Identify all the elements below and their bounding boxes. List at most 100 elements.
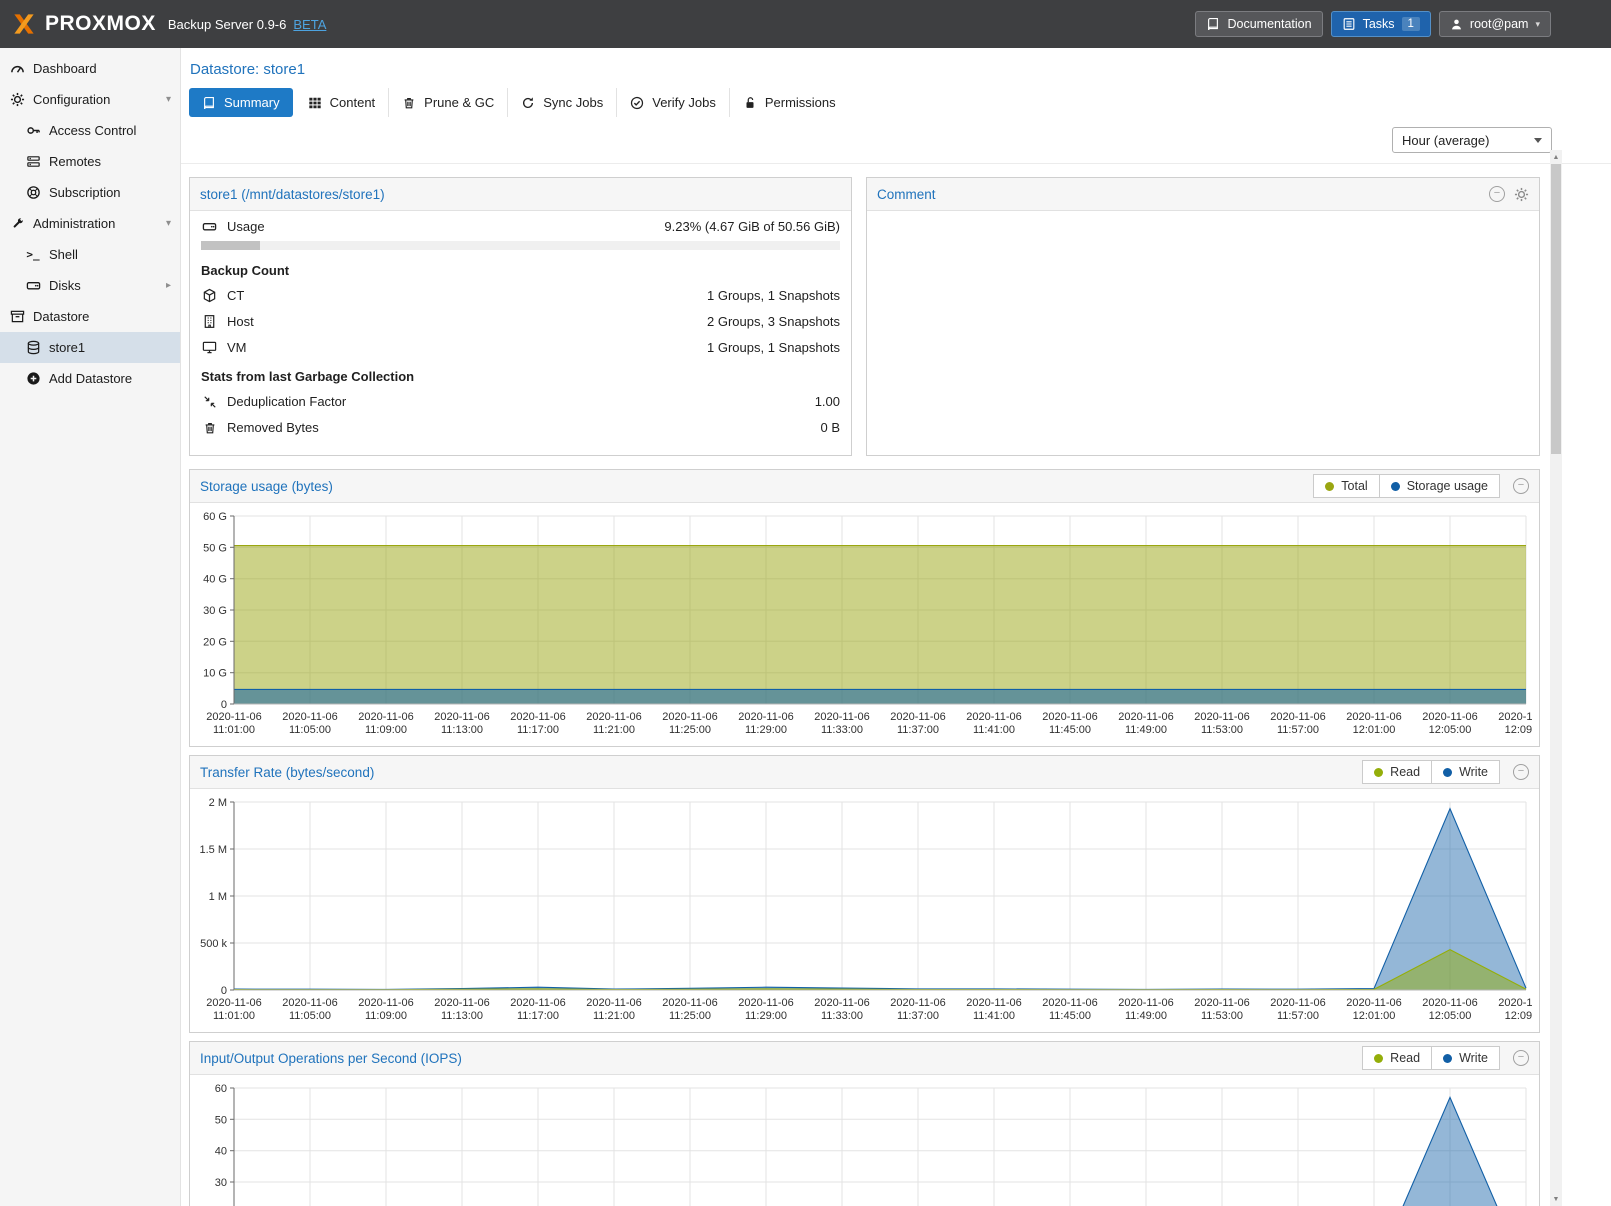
svg-text:0: 0: [221, 699, 227, 711]
svg-text:2020-11-06: 2020-11-06: [1346, 997, 1401, 1009]
svg-text:2020-11-06: 2020-11-06: [586, 711, 641, 723]
tab-bar: Summary Content Prune & GC Sync Jobs Ver…: [189, 88, 1611, 117]
svg-text:2020-11-06: 2020-11-06: [738, 711, 793, 723]
tab-permissions[interactable]: Permissions: [729, 88, 849, 117]
sidebar-item-label: Configuration: [33, 92, 110, 107]
tab-sync-jobs[interactable]: Sync Jobs: [507, 88, 616, 117]
svg-text:11:09:00: 11:09:00: [365, 1010, 407, 1022]
collapse-icon[interactable]: −: [1513, 478, 1529, 494]
svg-text:2020-11-06: 2020-11-06: [890, 711, 945, 723]
svg-text:2020-11-06: 2020-11-06: [814, 997, 869, 1009]
collapse-icon[interactable]: −: [1513, 764, 1529, 780]
svg-text:30 G: 30 G: [203, 605, 227, 617]
svg-text:2020-11-06: 2020-11-06: [1118, 997, 1173, 1009]
user-menu-button[interactable]: root@pam ▾: [1439, 11, 1551, 37]
sidebar-item-add-datastore[interactable]: Add Datastore: [0, 363, 180, 394]
sidebar-item-label: Access Control: [49, 123, 136, 138]
sidebar-item-dashboard[interactable]: Dashboard: [0, 53, 180, 84]
logo-text: PROXMOX: [45, 12, 156, 36]
scroll-up-arrow[interactable]: ▲: [1550, 150, 1562, 164]
panel-title: Transfer Rate (bytes/second): [200, 765, 374, 780]
usage-label: Usage: [227, 219, 265, 234]
row-label: Removed Bytes: [227, 420, 319, 435]
svg-text:2020-11-06: 2020-11-06: [1118, 711, 1173, 723]
gear-icon[interactable]: [1514, 187, 1529, 202]
vertical-scrollbar[interactable]: ▲ ▼: [1550, 150, 1562, 1206]
sidebar-item-remotes[interactable]: Remotes: [0, 146, 180, 177]
usage-row: Usage 9.23% (4.67 GiB of 50.56 GiB): [190, 211, 851, 237]
tab-summary[interactable]: Summary: [189, 88, 293, 117]
server-icon: [25, 154, 41, 169]
svg-text:11:41:00: 11:41:00: [973, 1010, 1015, 1022]
svg-text:2020-11-06: 2020-11-06: [586, 997, 641, 1009]
svg-text:2020-11-06: 2020-11-06: [1270, 997, 1325, 1009]
timeframe-select[interactable]: Hour (average): [1392, 127, 1552, 153]
svg-text:2020-11-06: 2020-11-06: [1422, 711, 1477, 723]
chart-legend: Total Storage usage: [1313, 474, 1500, 498]
svg-text:2020-11-06: 2020-11-06: [738, 997, 793, 1009]
panel-title: store1 (/mnt/datastores/store1): [200, 187, 385, 202]
sidebar-item-subscription[interactable]: Subscription: [0, 177, 180, 208]
sidebar-item-access-control[interactable]: Access Control: [0, 115, 180, 146]
documentation-button[interactable]: Documentation: [1195, 11, 1322, 37]
row-label: VM: [227, 340, 247, 355]
svg-text:2020-11-06: 2020-11-06: [966, 997, 1021, 1009]
sidebar-item-datastore[interactable]: Datastore: [0, 301, 180, 332]
svg-text:12:05:00: 12:05:00: [1429, 1010, 1472, 1022]
chevron-expanded-icon[interactable]: ▾: [166, 94, 171, 105]
tab-verify-jobs[interactable]: Verify Jobs: [616, 88, 729, 117]
collapse-icon[interactable]: −: [1489, 186, 1505, 202]
svg-text:11:29:00: 11:29:00: [745, 724, 787, 736]
legend-item-read[interactable]: Read: [1362, 1046, 1432, 1070]
beta-link[interactable]: BETA: [293, 17, 326, 32]
sidebar-item-shell[interactable]: >_ Shell: [0, 239, 180, 270]
usage-progress-fill: [201, 241, 260, 250]
row-value: 1 Groups, 1 Snapshots: [707, 288, 840, 303]
tasks-label: Tasks: [1363, 17, 1395, 31]
legend-item-write[interactable]: Write: [1432, 1046, 1500, 1070]
user-label: root@pam: [1470, 17, 1529, 31]
database-icon: [25, 340, 41, 355]
tab-content[interactable]: Content: [295, 88, 389, 117]
svg-text:11:05:00: 11:05:00: [289, 1010, 331, 1022]
chevron-collapsed-icon[interactable]: ▸: [166, 280, 171, 291]
scroll-down-arrow[interactable]: ▼: [1550, 1192, 1562, 1206]
collapse-icon[interactable]: −: [1513, 1050, 1529, 1066]
comment-content[interactable]: [867, 211, 1539, 455]
chevron-expanded-icon[interactable]: ▾: [166, 218, 171, 229]
tab-prune-gc[interactable]: Prune & GC: [388, 88, 507, 117]
backup-count-row-ct: CT 1 Groups, 1 Snapshots: [190, 280, 851, 306]
scrollbar-thumb[interactable]: [1551, 164, 1561, 454]
grid-icon: [308, 96, 322, 110]
sidebar-item-configuration[interactable]: Configuration ▾: [0, 84, 180, 115]
legend-item-total[interactable]: Total: [1313, 474, 1379, 498]
sidebar-item-label: Disks: [49, 278, 81, 293]
svg-text:2020-11-06: 2020-11-06: [510, 711, 565, 723]
tasks-count-badge: 1: [1402, 17, 1420, 31]
sidebar-item-disks[interactable]: Disks ▸: [0, 270, 180, 301]
legend-item-storage-usage[interactable]: Storage usage: [1380, 474, 1500, 498]
svg-text:11:33:00: 11:33:00: [821, 724, 863, 736]
legend-item-read[interactable]: Read: [1362, 760, 1432, 784]
legend-item-write[interactable]: Write: [1432, 760, 1500, 784]
hdd-icon: [201, 219, 218, 234]
tasks-button[interactable]: Tasks 1: [1331, 11, 1431, 37]
transfer-rate-chart-panel: Transfer Rate (bytes/second) Read Write …: [189, 755, 1540, 1033]
svg-text:2020-11-06: 2020-11-06: [282, 711, 337, 723]
main-content: Datastore: store1 Summary Content Prune …: [181, 48, 1611, 1206]
svg-text:50 G: 50 G: [203, 542, 227, 554]
sidebar-item-label: Add Datastore: [49, 371, 132, 386]
svg-text:20 G: 20 G: [203, 636, 227, 648]
svg-text:2020-11-06: 2020-11-06: [890, 997, 945, 1009]
tab-label: Permissions: [765, 95, 836, 110]
building-icon: [201, 314, 218, 329]
sidebar-item-store1[interactable]: store1: [0, 332, 180, 363]
book-icon: [202, 96, 216, 110]
usage-progress-bar: [201, 241, 840, 250]
hdd-icon: [25, 278, 41, 293]
legend-label: Read: [1390, 765, 1420, 779]
svg-text:11:21:00: 11:21:00: [593, 1010, 635, 1022]
sidebar-item-administration[interactable]: Administration ▾: [0, 208, 180, 239]
svg-text:40 G: 40 G: [203, 574, 227, 586]
svg-text:12:05:00: 12:05:00: [1429, 724, 1472, 736]
